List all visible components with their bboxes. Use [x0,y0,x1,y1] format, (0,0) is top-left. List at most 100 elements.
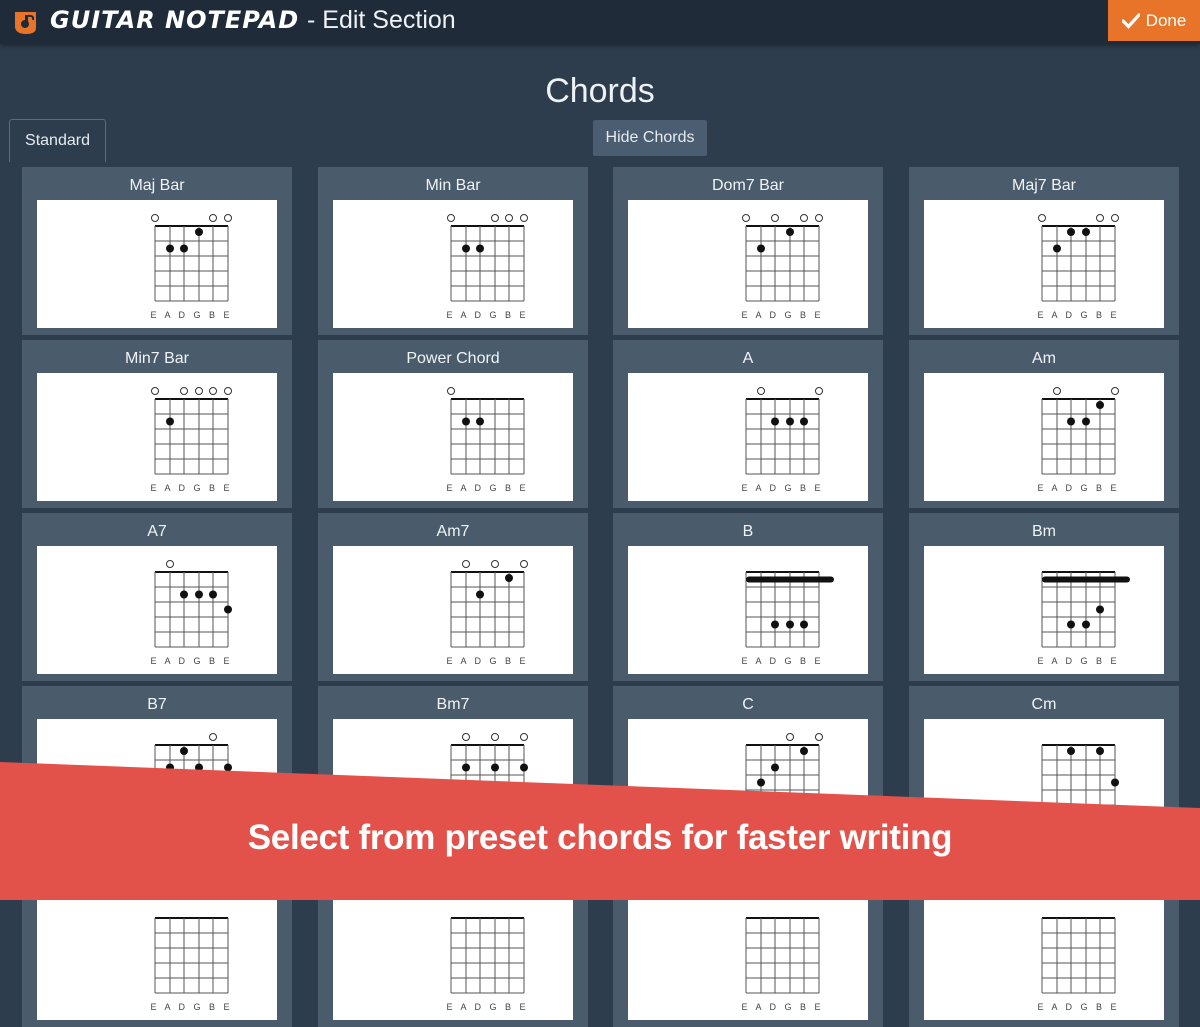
chord-diagram: E A D G B E [924,200,1164,328]
chord-card[interactable]: Min7 Bar E A D G B E [22,340,292,508]
chord-name: Dom7 Bar [711,177,785,194]
chord-diagram-svg: E A D G B E [1037,387,1119,493]
chord-card[interactable]: D E A D G B E [318,859,588,1027]
chord-diagram: E A D G B E [628,546,868,674]
chord-diagram-svg: E A D G B E [150,560,232,666]
chord-diagram-svg: E A D G B E [741,387,823,493]
open-string-mark [757,387,765,395]
string-names-label: E A D G B E [1037,483,1119,493]
finger-dot [462,763,470,772]
chord-diagram: E A D G B E [37,892,277,1020]
chord-card[interactable]: Bm E A D G B E [909,513,1179,681]
chord-diagram-svg: E A D G B E [1037,571,1130,666]
open-string-mark [224,387,232,395]
done-label: Done [1145,10,1187,30]
chord-name: B7 [147,696,167,713]
chord-card[interactable]: Maj7 Bar E A D G B E [909,167,1179,335]
chord-diagram-svg: E A D G B E [446,917,526,1012]
top-bar: GUITAR NOTEPAD - Edit Section Done [0,0,1200,44]
chord-name: D [447,869,459,886]
chord-diagram: E A D G B E [924,892,1164,1020]
chord-name: Bm [1032,523,1056,540]
chord-diagram-svg: E A D G B E [741,917,821,1012]
chord-name: Bm7 [436,696,470,713]
open-string-mark [1096,214,1104,222]
string-names-label: E A D G B E [150,483,232,493]
chord-name: Maj7 Bar [1011,177,1077,194]
finger-dot [180,590,188,599]
open-string-mark [491,733,499,741]
chord-card[interactable]: Am7 E A D G B E [318,513,588,681]
open-string-mark [491,214,499,222]
chord-name: C [742,696,754,713]
open-string-mark [520,214,528,222]
finger-dot [476,590,484,599]
open-string-mark [520,560,528,568]
open-string-mark [224,214,232,222]
chord-grid: Maj Bar E A D G B E Min Bar E A D G B E Dom7… [0,0,1200,1027]
finger-dot [476,417,484,426]
open-string-mark [742,214,750,222]
finger-dot [180,747,188,755]
chord-name: D7 [1033,869,1055,886]
open-string-mark [166,560,174,568]
chord-name: Min Bar [425,177,481,194]
open-string-mark [195,387,203,395]
finger-dot [1067,228,1075,236]
chord-card[interactable]: Min Bar E A D G B E [318,167,588,335]
finger-dot [786,417,794,426]
chord-card[interactable]: D7 E A D G B E [909,859,1179,1027]
open-string-mark [1053,387,1061,395]
chord-card[interactable]: A7 E A D G B E [22,513,292,681]
finger-dot [209,590,217,599]
string-names-label: E A D G B E [741,656,823,666]
chord-card[interactable]: Dom7 Bar E A D G B E [613,167,883,335]
open-string-mark [815,387,823,395]
chord-card[interactable]: Dm E A D G B E [613,859,883,1027]
open-string-mark [786,733,794,741]
string-names-label: E A D G B E [1037,1002,1119,1012]
chord-card[interactable]: A E A D G B E [613,340,883,508]
chord-name: Am7 [436,523,470,540]
finger-dot [800,747,808,755]
chord-card[interactable]: B E A D G B E [613,513,883,681]
chord-diagram: E A D G B E [333,892,573,1020]
chord-diagram: E A D G B E [333,546,573,674]
string-names-label: E A D G B E [150,310,232,320]
string-names-label: E A D G B E [446,310,528,320]
finger-dot [1096,605,1104,614]
chord-card[interactable]: Am E A D G B E [909,340,1179,508]
finger-dot [520,763,528,772]
finger-dot [771,620,779,629]
chord-diagram: E A D G B E [37,200,277,328]
open-string-mark [815,214,823,222]
finger-dot [800,417,808,426]
string-names-label: E A D G B E [741,310,823,320]
string-names-label: E A D G B E [150,656,232,666]
chord-name: A [742,350,754,367]
page-title: - Edit Section [307,6,456,35]
finger-dot [1082,620,1090,629]
chord-card[interactable]: C7 E A D G B E [22,859,292,1027]
chord-diagram-svg: E A D G B E [741,214,823,320]
chord-name: Cm [1031,696,1057,713]
chord-diagram-svg: E A D G B E [446,214,528,320]
promo-text: Select from preset chords for faster wri… [247,818,953,857]
finger-dot [462,244,470,253]
chord-diagram-svg: E A D G B E [1037,214,1119,320]
string-names-label: E A D G B E [741,483,823,493]
open-string-mark [462,560,470,568]
open-string-mark [209,214,217,222]
chord-diagram: E A D G B E [628,200,868,328]
finger-dot [771,763,779,772]
open-string-mark [1038,214,1046,222]
chord-card[interactable]: Power Chord E A D G B E [318,340,588,508]
chord-name: A7 [147,523,167,540]
chord-card[interactable]: Maj Bar E A D G B E [22,167,292,335]
finger-dot [786,228,794,236]
finger-dot [1111,778,1119,787]
finger-dot [1096,747,1104,755]
done-button[interactable]: Done [1108,0,1200,41]
chord-diagram-svg: E A D G B E [741,571,834,666]
finger-dot [505,574,513,582]
